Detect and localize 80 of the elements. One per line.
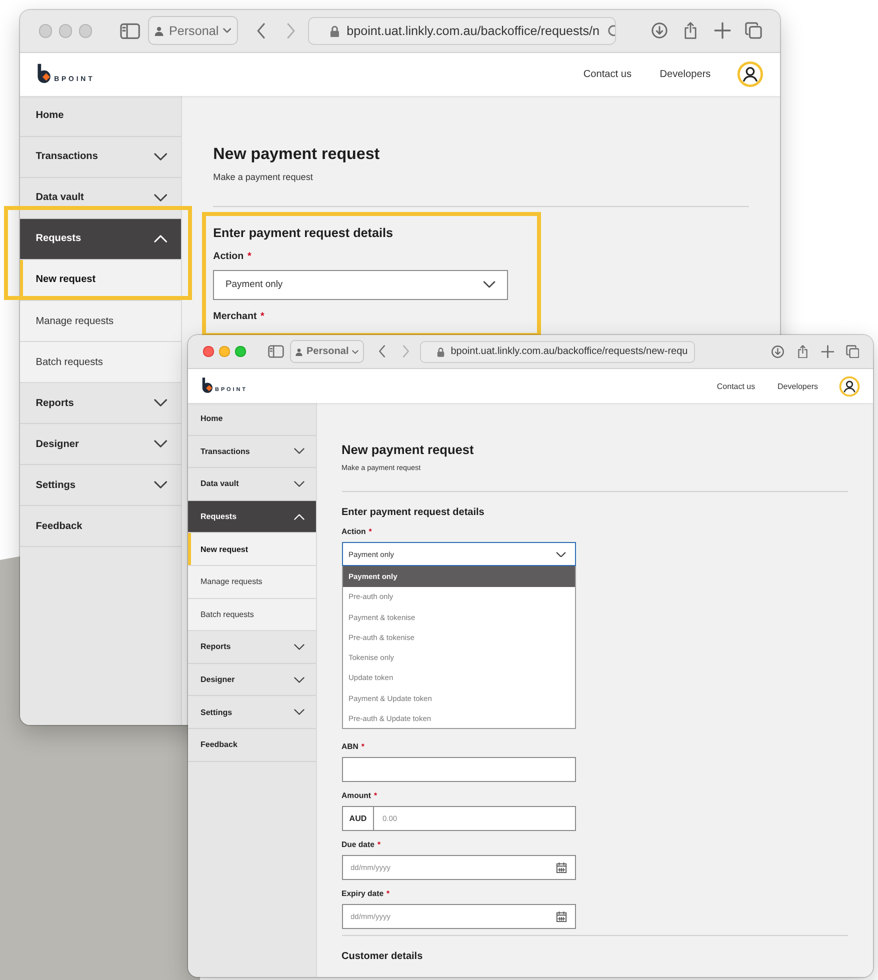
currency-label: AUD (342, 806, 374, 832)
chevron-up-icon (294, 514, 304, 520)
chevron-down-icon (294, 676, 304, 683)
nav-item[interactable]: Settings (188, 696, 316, 729)
lock-icon (437, 346, 445, 356)
user-icon[interactable] (737, 61, 764, 88)
sidebar-toggle-icon[interactable] (120, 22, 140, 40)
field-label: Action (213, 251, 244, 262)
nav-subitem[interactable]: Manage requests (20, 300, 181, 342)
nav-item[interactable]: Feedback (20, 506, 181, 548)
section-heading: Enter payment request details (213, 226, 394, 240)
chevron-down-icon (556, 552, 566, 558)
share-icon[interactable] (796, 344, 809, 358)
chevron-down-icon (154, 440, 167, 448)
nav-link[interactable]: Contact us (583, 68, 632, 80)
section-heading: Enter payment request details (342, 507, 486, 518)
section-heading: Customer details (342, 951, 424, 962)
nav-link[interactable]: Developers (660, 68, 711, 80)
download-icon[interactable] (770, 344, 784, 358)
address-bar[interactable]: bpoint.uat.linkly.com.au/backoffice/requests/n (308, 17, 616, 45)
chevron-up-icon (154, 235, 167, 243)
nav-item[interactable]: Transactions (188, 436, 316, 468)
person-icon (154, 26, 165, 36)
nav-item[interactable]: Transactions (20, 136, 181, 178)
page-title: New payment request (342, 442, 475, 457)
plus-icon[interactable] (820, 344, 834, 358)
tabs-icon[interactable] (745, 22, 762, 40)
dropdown[interactable]: Payment only (213, 270, 508, 300)
calendar-icon[interactable] (556, 862, 566, 874)
chevron-down-icon (154, 481, 167, 490)
chevron-down-icon (294, 480, 304, 487)
chevron-down-icon (154, 399, 167, 407)
nav-item[interactable]: Home (20, 96, 181, 137)
back-icon[interactable] (378, 345, 386, 358)
download-icon[interactable] (650, 22, 668, 40)
nav-item[interactable]: Requests (20, 218, 181, 260)
caret-icon (352, 350, 359, 354)
field-label: Merchant (213, 311, 257, 322)
nav-item[interactable]: Designer (188, 664, 316, 696)
nav-item[interactable]: Designer (20, 424, 181, 466)
lock-icon (330, 24, 340, 38)
share-icon[interactable] (682, 22, 700, 40)
page-subtitle: Make a payment request (213, 172, 314, 182)
chevron-down-icon (294, 448, 304, 454)
profile-button[interactable]: Personal (290, 340, 364, 363)
nav-item[interactable]: Reports (188, 631, 316, 664)
text-field[interactable] (342, 757, 576, 782)
sidebar-toggle-icon[interactable] (268, 345, 284, 358)
nav-link[interactable]: Contact us (716, 382, 756, 390)
zoom-button[interactable] (235, 346, 246, 357)
calendar-icon[interactable] (556, 911, 566, 922)
nav-subitem[interactable]: Manage requests (188, 566, 316, 599)
close-button[interactable] (203, 346, 214, 357)
profile-button[interactable]: Personal (148, 16, 238, 46)
logo-icon (201, 377, 214, 395)
person-icon (295, 348, 303, 356)
required-mark: * (247, 251, 252, 262)
tabs-icon[interactable] (846, 344, 859, 358)
plus-icon[interactable] (714, 22, 731, 40)
chevron-down-icon (154, 152, 167, 161)
nav-item[interactable]: Reports (20, 383, 181, 424)
nav-item[interactable]: Home (188, 403, 316, 436)
nav-link[interactable]: Developers (778, 382, 818, 390)
back-icon[interactable] (256, 23, 266, 39)
address-bar[interactable]: bpoint.uat.linkly.com.au/backoffice/requests/new-requ (420, 340, 696, 362)
chevron-down-icon (294, 644, 304, 650)
nav-subitem[interactable]: Batch requests (188, 598, 316, 632)
nav-subitem[interactable]: New request (188, 533, 316, 566)
chevron-down-icon (483, 281, 496, 288)
page-title: New payment request (213, 144, 381, 164)
nav-item[interactable]: Feedback (188, 728, 316, 762)
logo-icon (36, 63, 54, 86)
required-mark: * (260, 311, 264, 322)
nav-item[interactable]: Settings (20, 465, 181, 506)
user-icon[interactable] (839, 376, 860, 396)
chevron-down-icon (294, 709, 304, 716)
nav-subitem[interactable]: Batch requests (20, 342, 181, 384)
chevron-down-icon (154, 194, 167, 202)
nav-item[interactable]: Requests (188, 500, 316, 534)
caret-icon (223, 28, 232, 34)
